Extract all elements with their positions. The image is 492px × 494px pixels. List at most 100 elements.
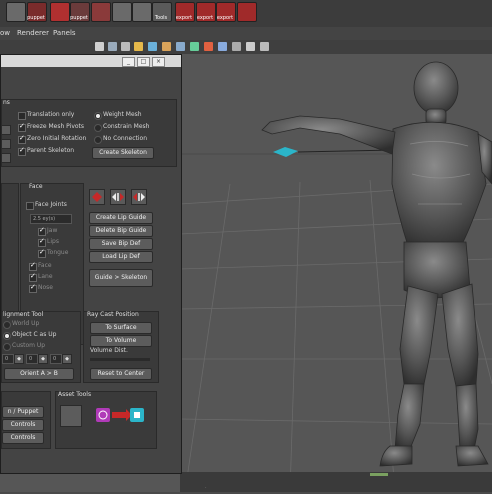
world-up-radio[interactable] (3, 321, 11, 329)
raycast-panel: Ray Cast Position To Surface To Volume V… (83, 311, 159, 383)
align-x-field[interactable]: 0 (2, 354, 14, 364)
alignment-title: lignment Tool (3, 311, 44, 318)
save-bip-def-button[interactable]: Save Bip Def (89, 238, 153, 250)
face-title: Face (29, 183, 43, 190)
jaw-checkbox[interactable] (38, 226, 46, 236)
raycast-title: Ray Cast Position (87, 311, 139, 318)
create-lip-guide-button[interactable]: Create Lip Guide (89, 212, 153, 224)
asset-blank-button[interactable] (60, 405, 82, 427)
no-connection-label: No Connection (103, 135, 148, 142)
shelf-label-export-2: export (196, 15, 214, 21)
spin-a[interactable] (1, 125, 11, 135)
light-icon[interactable] (134, 42, 143, 51)
shelf-button-5[interactable] (91, 2, 111, 22)
face-joints-label: Face Joints (35, 201, 67, 208)
alignment-panel: lignment Tool World Up Object C as Up Cu… (1, 311, 81, 383)
create-skeleton-button[interactable]: Create Skeleton (92, 147, 154, 159)
face-joints-checkbox[interactable] (26, 202, 34, 210)
align-z-spin[interactable]: ◆ (62, 354, 72, 364)
constrain-mesh-label: Constrain Mesh (103, 123, 150, 130)
puppet-panel: n / Puppet Controls Controls (1, 391, 51, 449)
lips-label: Lips (47, 238, 59, 245)
close-button[interactable]: × (152, 57, 165, 67)
spin-b[interactable] (1, 139, 11, 149)
menu-item-panels[interactable]: Panels (53, 29, 76, 37)
controls-button-2[interactable]: Controls (2, 432, 44, 444)
viewport-toolbar (0, 40, 492, 55)
shelf-label-export-3: export (216, 15, 234, 21)
to-volume-button[interactable]: To Volume (90, 335, 152, 347)
lane-checkbox[interactable] (29, 272, 37, 282)
align-y-field[interactable]: 0 (26, 354, 38, 364)
no-connection-radio[interactable] (94, 136, 102, 144)
nose-checkbox[interactable] (29, 283, 37, 293)
mirror-both-icon[interactable] (110, 189, 126, 205)
face-item-checkbox[interactable] (29, 261, 37, 271)
jaw-label: Jaw (47, 227, 58, 234)
align-x-spin[interactable]: ◆ (14, 354, 24, 364)
translation-only-checkbox[interactable] (18, 112, 26, 120)
face-field[interactable]: 2.5 ey(s) (30, 214, 72, 224)
shelf-button-6[interactable] (112, 2, 132, 22)
select-icon[interactable] (95, 42, 104, 51)
orient-a-b-button[interactable]: Orient A > B (4, 368, 74, 380)
camera-icon[interactable] (108, 42, 117, 51)
mirror-left-icon[interactable] (89, 189, 105, 205)
isolate-icon[interactable] (190, 42, 199, 51)
align-z-field[interactable]: 0 (50, 354, 62, 364)
weight-mesh-label: Weight Mesh (103, 111, 142, 118)
object-c-as-up-radio[interactable] (3, 332, 11, 340)
xray-icon[interactable] (204, 42, 213, 51)
shelf-button-7[interactable] (132, 2, 152, 22)
parent-skeleton-label: Parent Skeleton (27, 147, 75, 154)
spin-c[interactable] (1, 153, 11, 163)
asset-transfer-icon[interactable] (96, 405, 144, 425)
asset-tools-title: Asset Tools (58, 391, 92, 398)
tool-window: _ □ × ns Translation only Freeze Mesh Pi… (0, 54, 182, 474)
custom-up-label: Custom Up (12, 342, 46, 349)
mirror-right-icon[interactable] (131, 189, 147, 205)
menu-bar: ow Renderer Panels (0, 27, 492, 41)
guide-to-skeleton-button[interactable]: Guide > Skeleton (89, 269, 153, 287)
parent-skeleton-checkbox[interactable] (18, 146, 26, 156)
zero-initial-rotation-label: Zero Initial Rotation (27, 135, 87, 142)
to-surface-button[interactable]: To Surface (90, 322, 152, 334)
align-y-spin[interactable]: ◆ (38, 354, 48, 364)
gate-icon[interactable] (260, 42, 269, 51)
texture-icon[interactable] (162, 42, 171, 51)
asset-tools-panel: Asset Tools (55, 391, 157, 449)
grid-icon[interactable] (121, 42, 130, 51)
minimize-button[interactable]: _ (122, 57, 135, 67)
zero-initial-rotation-checkbox[interactable] (18, 134, 26, 144)
maximize-button[interactable]: □ (137, 57, 150, 67)
custom-up-radio[interactable] (3, 343, 11, 351)
volume-dist-slider[interactable] (90, 358, 150, 361)
puppet-button[interactable]: n / Puppet (2, 406, 44, 418)
resolution-icon[interactable] (246, 42, 255, 51)
shelf-label-export-1: export (175, 15, 193, 21)
load-lip-def-button[interactable]: Load Lip Def (89, 251, 153, 263)
constrain-mesh-radio[interactable] (94, 124, 102, 132)
shelf-button-12[interactable] (237, 2, 257, 22)
hud-icon[interactable] (232, 42, 241, 51)
freeze-mesh-pivots-label: Freeze Mesh Pivots (27, 123, 85, 130)
shading-icon[interactable] (148, 42, 157, 51)
tongue-checkbox[interactable] (38, 248, 46, 258)
shelf-button-3[interactable] (50, 2, 70, 22)
menu-item-renderer[interactable]: Renderer (17, 29, 49, 37)
weight-mesh-radio[interactable] (94, 112, 102, 120)
delete-bip-guide-button[interactable]: Delete Bip Guide (89, 225, 153, 237)
options-panel: ns Translation only Freeze Mesh Pivots Z… (1, 99, 177, 167)
freeze-mesh-pivots-checkbox[interactable] (18, 122, 26, 132)
object-c-as-up-label: Object C as Up (12, 331, 57, 338)
controls-button-1[interactable]: Controls (2, 419, 44, 431)
reset-to-center-button[interactable]: Reset to Center (90, 368, 152, 380)
wireframe-icon[interactable] (176, 42, 185, 51)
lips-checkbox[interactable] (38, 237, 46, 247)
menu-item-view[interactable]: ow (0, 29, 10, 37)
shelf-label-puppet-1: puppet (27, 15, 45, 21)
shelf-bar: puppet puppet Tools export export export (0, 0, 492, 28)
nose-label: Nose (38, 284, 53, 291)
joints-icon[interactable] (218, 42, 227, 51)
shelf-button-1[interactable] (6, 2, 26, 22)
